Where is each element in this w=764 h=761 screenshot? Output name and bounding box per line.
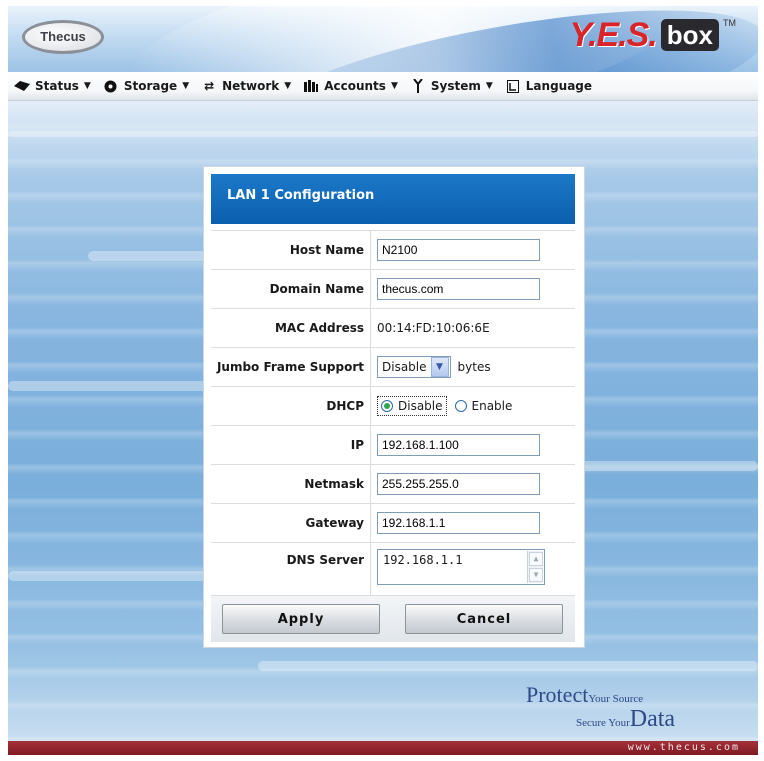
menu-network[interactable]: ⇄ Network ▼ [201, 79, 291, 93]
dns-server-row: DNS Server 192.168.1.1 ▲ ▼ [211, 543, 575, 596]
domain-name-label: Domain Name [211, 270, 371, 308]
mac-address-row: MAC Address 00:14:FD:10:06:6E [211, 309, 575, 348]
host-name-input[interactable] [377, 239, 540, 261]
dhcp-label: DHCP [211, 387, 371, 425]
network-icon: ⇄ [204, 79, 215, 93]
dropdown-arrow-icon: ▼ [284, 81, 292, 91]
netmask-input[interactable] [377, 473, 540, 495]
dropdown-arrow-icon: ▼ [485, 81, 493, 91]
cancel-button[interactable]: Cancel [405, 604, 563, 634]
dhcp-enable-option[interactable]: Enable [454, 399, 512, 413]
menu-language[interactable]: Language [505, 79, 592, 93]
jumbo-frame-unit: bytes [457, 360, 491, 374]
host-name-label: Host Name [211, 231, 371, 269]
domain-name-row: Domain Name [211, 270, 575, 309]
menu-storage[interactable]: Storage ▼ [103, 79, 189, 93]
scroll-up-icon[interactable]: ▲ [529, 552, 543, 566]
jumbo-frame-select[interactable]: Disable ▼ [377, 356, 451, 378]
dropdown-arrow-icon: ▼ [83, 81, 91, 91]
main-menu-bar: Status ▼ Storage ▼ ⇄ Network ▼ Accounts … [8, 72, 758, 101]
mac-address-value: 00:14:FD:10:06:6E [377, 321, 490, 335]
footer-url: www.thecus.com [627, 742, 740, 753]
gateway-label: Gateway [211, 504, 371, 542]
menu-system[interactable]: System ▼ [410, 79, 493, 93]
dhcp-disable-radio[interactable] [381, 400, 393, 412]
status-icon [14, 79, 30, 93]
netmask-label: Netmask [211, 465, 371, 503]
system-icon [410, 79, 426, 93]
chevron-down-icon: ▼ [430, 357, 449, 377]
dns-server-textarea[interactable]: 192.168.1.1 ▲ ▼ [377, 549, 545, 585]
thecus-logo: Thecus [22, 20, 106, 56]
footer-bar: www.thecus.com [8, 741, 758, 755]
dhcp-row: DHCP Disable Enable [211, 387, 575, 426]
apply-button[interactable]: Apply [222, 604, 380, 634]
textarea-scrollbar[interactable]: ▲ ▼ [527, 551, 543, 583]
ip-row: IP [211, 426, 575, 465]
menu-status[interactable]: Status ▼ [14, 79, 91, 93]
menu-accounts[interactable]: Accounts ▼ [303, 79, 398, 93]
host-name-row: Host Name [211, 231, 575, 270]
scroll-down-icon[interactable]: ▼ [529, 568, 543, 582]
lan-config-form: Host Name Domain Name MAC Address 00:14:… [211, 230, 575, 596]
dhcp-disable-option[interactable]: Disable [377, 396, 447, 416]
domain-name-input[interactable] [377, 278, 540, 300]
gateway-input[interactable] [377, 512, 540, 534]
jumbo-frame-row: Jumbo Frame Support Disable ▼ bytes [211, 348, 575, 387]
dialog-buttons: Apply Cancel [211, 595, 575, 642]
gateway-row: Gateway [211, 504, 575, 543]
netmask-row: Netmask [211, 465, 575, 504]
ip-label: IP [211, 426, 371, 464]
language-icon [505, 79, 521, 93]
storage-icon [103, 79, 119, 93]
ip-input[interactable] [377, 434, 540, 456]
header-banner: Thecus Y.E.S. box TM [8, 6, 758, 72]
dropdown-arrow-icon: ▼ [390, 81, 398, 91]
mac-address-label: MAC Address [211, 309, 371, 347]
dialog-title: LAN 1 Configuration [211, 174, 575, 224]
jumbo-frame-label: Jumbo Frame Support [211, 348, 371, 386]
yes-box-logo: Y.E.S. box TM [569, 15, 737, 54]
app-window: Thecus Y.E.S. box TM Status ▼ Storage ▼ … [8, 6, 758, 755]
dropdown-arrow-icon: ▼ [182, 81, 190, 91]
accounts-icon [303, 79, 319, 93]
lan-config-dialog: LAN 1 Configuration Host Name Domain Nam… [203, 166, 585, 648]
dns-server-label: DNS Server [211, 543, 371, 595]
dhcp-enable-radio[interactable] [454, 400, 467, 412]
tagline-logo: ProtectYour Source Secure YourData [526, 682, 676, 732]
